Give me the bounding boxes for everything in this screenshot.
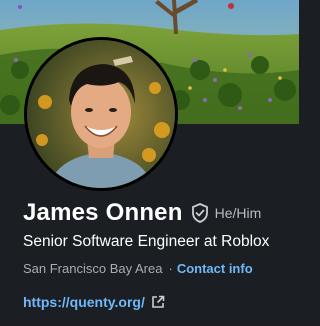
shield-check-icon[interactable] — [191, 203, 209, 223]
name-row: James Onnen He/Him — [23, 198, 261, 228]
profile-location: San Francisco Bay Area — [23, 261, 163, 276]
external-link-icon[interactable] — [151, 295, 165, 309]
pronouns: He/Him — [214, 205, 262, 221]
profile-avatar[interactable] — [24, 37, 178, 191]
profile-name: James Onnen — [23, 199, 183, 226]
website-link[interactable]: https://quenty.org/ — [23, 294, 145, 310]
location-row: San Francisco Bay Area · Contact info — [23, 261, 253, 276]
separator-dot: · — [168, 261, 173, 276]
website-row: https://quenty.org/ — [23, 294, 165, 310]
profile-headline: Senior Software Engineer at Roblox — [23, 233, 270, 250]
contact-info-link[interactable]: Contact info — [177, 261, 253, 276]
